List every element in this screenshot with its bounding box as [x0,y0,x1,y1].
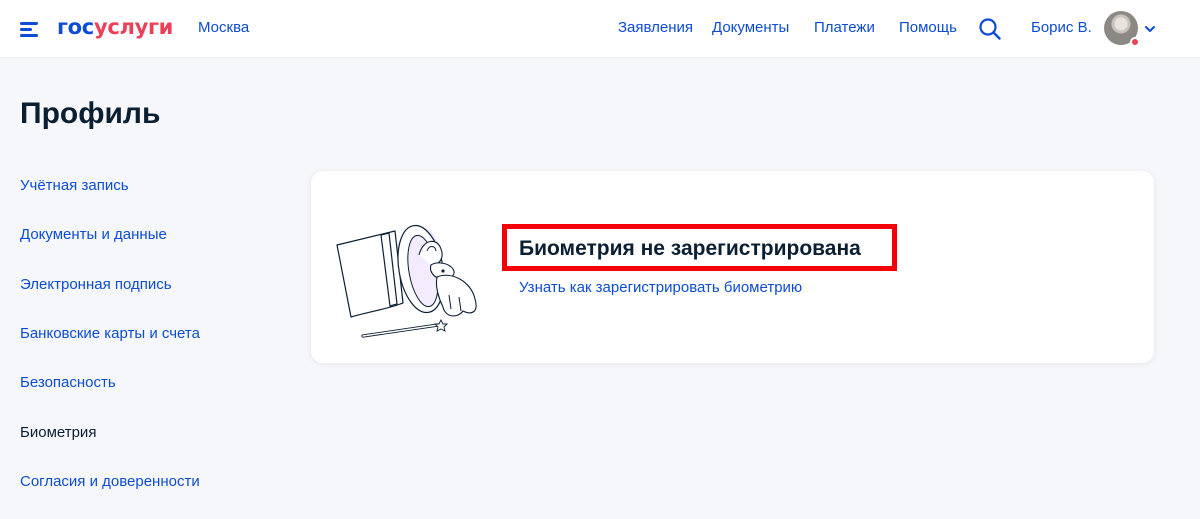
logo-part-uslugi: услуги [93,15,174,39]
gosuslugi-logo[interactable]: госуслуги [57,13,173,41]
top-header: госуслуги Москва Заявления Документы Пла… [0,0,1200,58]
nav-applications[interactable]: Заявления [618,19,693,36]
nav-payments[interactable]: Платежи [814,19,875,36]
sidebar-item-bank-cards[interactable]: Банковские карты и счета [20,325,200,342]
sidebar-item-consents[interactable]: Согласия и доверенности [20,473,200,490]
sidebar-item-account[interactable]: Учётная запись [20,177,129,194]
sidebar-item-signature[interactable]: Электронная подпись [20,276,172,293]
notification-dot [1130,37,1140,47]
sidebar-item-security[interactable]: Безопасность [20,374,116,391]
sidebar-item-documents[interactable]: Документы и данные [20,226,167,243]
chevron-down-icon[interactable] [1143,22,1157,36]
highlight-box [502,224,897,271]
nav-documents[interactable]: Документы [712,19,789,36]
search-icon[interactable] [978,17,1002,41]
biometry-register-link[interactable]: Узнать как зарегистрировать биометрию [519,279,802,296]
sidebar-item-biometry[interactable]: Биометрия [20,424,96,441]
magic-hat-rabbit-illustration [336,224,477,338]
page-title: Профиль [20,97,161,130]
nav-help[interactable]: Помощь [899,19,957,36]
user-name[interactable]: Борис В. [1031,19,1092,36]
logo-part-gos: гос [57,15,94,39]
burger-menu-icon[interactable] [20,20,42,38]
biometry-card: Биометрия не зарегистрирована Узнать как… [311,171,1154,363]
avatar[interactable] [1104,11,1140,47]
city-selector[interactable]: Москва [198,19,249,36]
